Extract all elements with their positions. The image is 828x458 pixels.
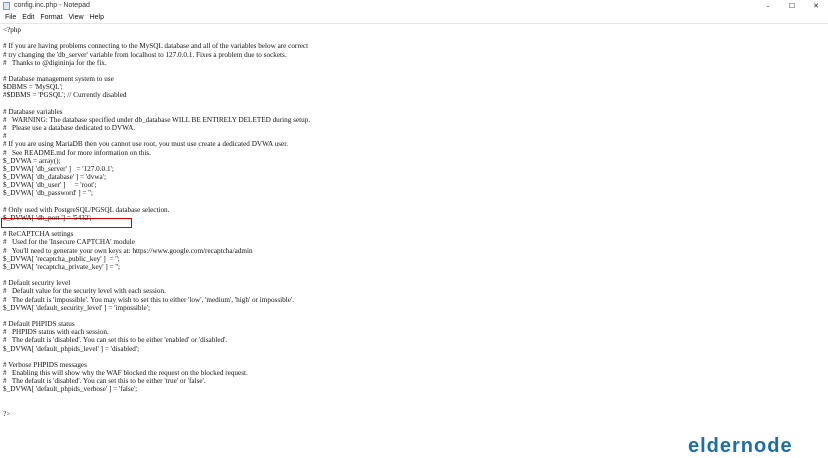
code-line: # Thanks to @digininja for the fix. bbox=[3, 58, 107, 67]
code-line: ?> bbox=[3, 409, 11, 418]
code-line: # Default value for the security level w… bbox=[3, 287, 166, 296]
code-line: # PHPIDS status with each session. bbox=[3, 328, 109, 337]
code-line: # If you are using MariaDB then you cann… bbox=[3, 140, 289, 149]
title-bar: config.inc.php - Notepad – ☐ ✕ bbox=[0, 0, 828, 12]
code-line: $DBMS = 'MySQL'; bbox=[3, 83, 63, 92]
code-line: $_DVWA[ 'db_password' ] = ''; bbox=[3, 189, 93, 198]
maximize-button[interactable]: ☐ bbox=[780, 0, 804, 12]
code-line: $_DVWA[ 'default_phpids_verbose' ] = 'fa… bbox=[3, 385, 138, 394]
code-line: $_DVWA[ 'default_security_level' ] = 'im… bbox=[3, 303, 150, 312]
code-line: # WARNING: The database specified under … bbox=[3, 115, 311, 124]
code-line: # Used for the 'Insecure CAPTCHA' module bbox=[3, 238, 135, 247]
minimize-button[interactable]: – bbox=[756, 0, 780, 12]
code-line: # Default security level bbox=[3, 279, 71, 288]
code-line: # Verbose PHPIDS messages bbox=[3, 360, 87, 369]
menu-format[interactable]: Format bbox=[37, 12, 65, 23]
window-title: config.inc.php - Notepad bbox=[14, 2, 90, 9]
menu-file[interactable]: File bbox=[2, 12, 19, 23]
menu-bar: File Edit Format View Help bbox=[0, 12, 828, 23]
code-line: # The default is 'disabled'. You can set… bbox=[3, 336, 228, 345]
code-line: # Database variables bbox=[3, 107, 63, 116]
code-line: $_DVWA[ 'db_database' ] = 'dvwa'; bbox=[3, 173, 107, 182]
code-line: # Database management system to use bbox=[3, 75, 114, 84]
code-line: #$DBMS = 'PGSQL'; // Currently disabled bbox=[3, 91, 127, 100]
code-line: # ReCAPTCHA settings bbox=[3, 230, 74, 239]
code-line: # The default is 'disabled'. You can set… bbox=[3, 377, 206, 386]
text-editor-area[interactable]: eldernode <?php # If you are having probl… bbox=[0, 23, 828, 457]
svg-text:eldernode: eldernode bbox=[688, 435, 793, 457]
code-line: # try changing the 'db_server' variable … bbox=[3, 50, 287, 59]
code-line: $_DVWA[ 'db_server' ] = '127.0.0.1'; bbox=[3, 164, 114, 173]
code-line: $_DVWA = array(); bbox=[3, 156, 61, 165]
code-line: # The default is 'impossible'. You may w… bbox=[3, 295, 295, 304]
code-line: # Enabling this will show why the WAF bl… bbox=[3, 369, 248, 378]
code-line: # If you are having problems connecting … bbox=[3, 42, 309, 51]
menu-view[interactable]: View bbox=[66, 12, 87, 23]
code-line: $_DVWA[ 'recaptcha_private_key' ] = ''; bbox=[3, 262, 120, 271]
code-line: # Please use a database dedicated to DVW… bbox=[3, 124, 136, 133]
code-line: $_DVWA[ 'recaptcha_public_key' ] = ''; bbox=[3, 254, 120, 263]
code-line: # Default PHPIDS status bbox=[3, 320, 75, 329]
code-line: $_DVWA[ 'db_user' ] = 'root'; bbox=[3, 181, 97, 190]
code-line: $_DVWA[ 'db_port '] = '5432'; bbox=[3, 213, 92, 222]
code-line: # See README.md for more information on … bbox=[3, 148, 151, 157]
menu-edit[interactable]: Edit bbox=[19, 12, 37, 23]
window-controls: – ☐ ✕ bbox=[756, 0, 828, 12]
menu-help[interactable]: Help bbox=[87, 12, 107, 23]
code-line: <?php bbox=[3, 26, 22, 34]
notepad-icon bbox=[3, 2, 10, 10]
code-line: # You'll need to generate your own keys … bbox=[3, 246, 253, 255]
eldernode-logo: eldernode bbox=[688, 435, 793, 457]
close-button[interactable]: ✕ bbox=[804, 0, 828, 12]
code-line: # bbox=[3, 132, 7, 141]
code-line: $_DVWA[ 'default_phpids_level' ] = 'disa… bbox=[3, 344, 140, 353]
code-line: # Only used with PostgreSQL/PGSQL databa… bbox=[3, 205, 170, 214]
